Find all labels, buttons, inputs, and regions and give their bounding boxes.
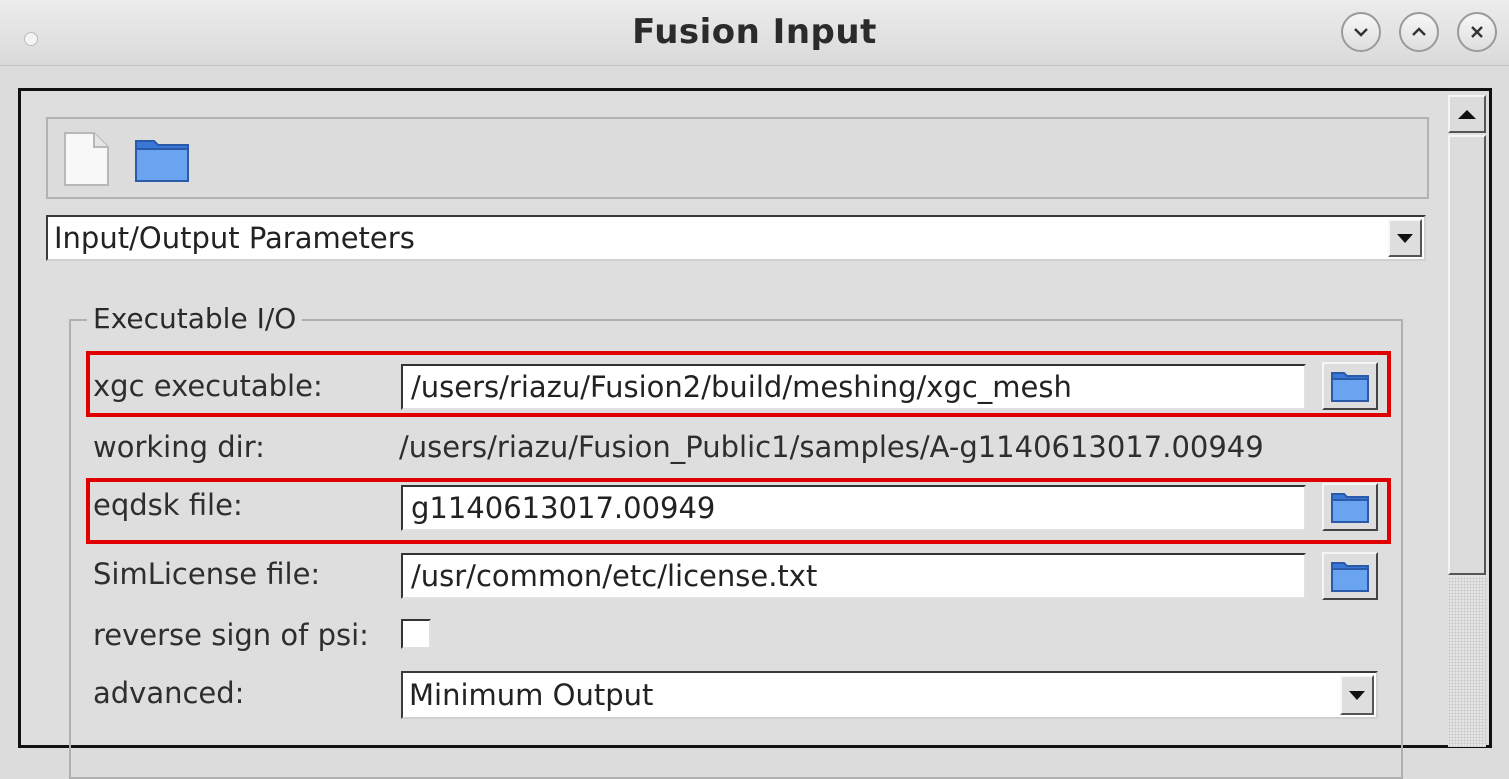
simlicense-file-label: SimLicense file: (93, 557, 321, 591)
open-folder-icon (135, 140, 189, 182)
minimize-button[interactable] (1341, 12, 1381, 52)
reverse-psi-checkbox[interactable] (401, 619, 431, 649)
simlicense-file-value: /usr/common/etc/license.txt (411, 559, 818, 593)
reverse-psi-label: reverse sign of psi: (93, 618, 369, 652)
advanced-select[interactable]: Minimum Output (401, 671, 1378, 719)
scroll-thumb[interactable] (1448, 135, 1486, 575)
simlicense-file-input[interactable]: /usr/common/etc/license.txt (401, 553, 1306, 599)
folder-icon (1331, 562, 1369, 592)
chevron-down-icon (1349, 690, 1365, 700)
section-select[interactable]: Input/Output Parameters (46, 215, 1426, 261)
advanced-label: advanced: (93, 676, 245, 710)
chevron-up-icon (1458, 109, 1476, 119)
eqdsk-file-value: g1140613017.00949 (411, 491, 716, 525)
xgc-executable-input[interactable]: /users/riazu/Fusion2/build/meshing/xgc_m… (401, 364, 1306, 410)
group-title: Executable I/O (87, 302, 303, 335)
maximize-icon (1412, 27, 1426, 36)
close-button[interactable] (1457, 12, 1497, 52)
open-folder-button[interactable] (134, 135, 190, 187)
folder-icon (1331, 493, 1369, 523)
scroll-up-button[interactable] (1448, 95, 1486, 133)
xgc-executable-label: xgc executable: (93, 369, 323, 403)
eqdsk-file-browse-button[interactable] (1322, 483, 1378, 531)
toolbar (46, 117, 1429, 199)
working-dir-value: /users/riazu/Fusion_Public1/samples/A-g1… (399, 430, 1264, 464)
window-title: Fusion Input (632, 12, 877, 52)
folder-icon (1331, 372, 1369, 402)
xgc-executable-value: /users/riazu/Fusion2/build/meshing/xgc_m… (411, 370, 1072, 404)
minimize-icon (1354, 28, 1368, 37)
advanced-select-arrow[interactable] (1340, 675, 1374, 715)
title-bar: Fusion Input (0, 0, 1509, 66)
simlicense-file-browse-button[interactable] (1322, 552, 1378, 600)
maximize-button[interactable] (1399, 12, 1439, 52)
eqdsk-file-input[interactable]: g1140613017.00949 (401, 485, 1306, 531)
eqdsk-file-label: eqdsk file: (93, 488, 243, 522)
scroll-track[interactable] (1448, 577, 1486, 747)
new-file-button[interactable] (62, 131, 110, 191)
new-file-icon (64, 132, 109, 186)
advanced-select-value: Minimum Output (409, 678, 654, 712)
section-select-value: Input/Output Parameters (54, 221, 415, 255)
close-icon (1471, 26, 1483, 38)
working-dir-label: working dir: (93, 430, 265, 464)
xgc-executable-browse-button[interactable] (1322, 362, 1378, 410)
main-panel: Input/Output Parameters Executable I/O x… (18, 88, 1492, 779)
chevron-down-icon (1397, 233, 1413, 243)
section-select-arrow[interactable] (1388, 219, 1422, 257)
vertical-scrollbar[interactable] (1448, 95, 1486, 747)
